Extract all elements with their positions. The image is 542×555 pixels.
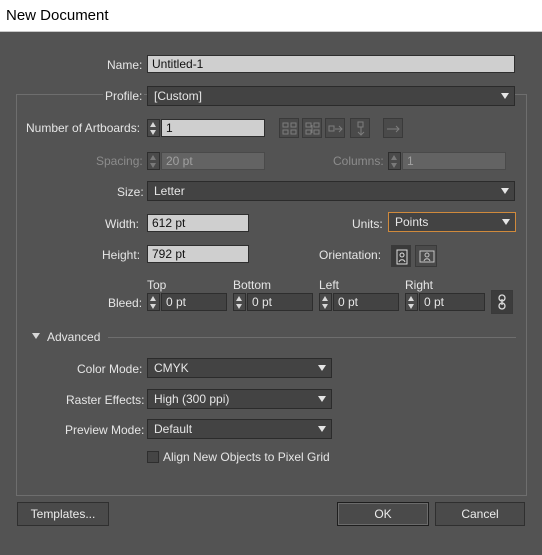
preview-mode-select[interactable]: Default bbox=[147, 419, 332, 439]
chevron-down-icon bbox=[501, 93, 509, 99]
spacing-input: 20 pt bbox=[161, 152, 265, 170]
size-value: Letter bbox=[154, 184, 185, 198]
color-mode-value: CMYK bbox=[154, 361, 189, 375]
landscape-orientation-button[interactable] bbox=[415, 245, 437, 267]
raster-effects-value: High (300 ppi) bbox=[154, 392, 230, 406]
window-title: New Document bbox=[6, 7, 109, 24]
bleed-left-label: Left bbox=[319, 278, 340, 292]
size-label: Size: bbox=[117, 185, 144, 199]
bleed-top-input[interactable]: 0 pt bbox=[161, 293, 227, 311]
name-input[interactable]: Untitled-1 bbox=[147, 55, 515, 73]
chain-link-icon bbox=[498, 294, 506, 310]
templates-button[interactable]: Templates... bbox=[17, 502, 109, 526]
orientation-label: Orientation: bbox=[319, 248, 382, 262]
width-label: Width: bbox=[105, 217, 140, 231]
artboards-stepper[interactable] bbox=[147, 119, 160, 137]
collapse-triangle-icon[interactable] bbox=[32, 333, 40, 339]
size-select[interactable]: Letter bbox=[147, 181, 515, 201]
bleed-bottom-label: Bottom bbox=[233, 278, 272, 292]
bleed-top-label: Top bbox=[147, 278, 167, 292]
advanced-label[interactable]: Advanced bbox=[47, 330, 100, 344]
cancel-button[interactable]: Cancel bbox=[435, 502, 525, 526]
bleed-right-input[interactable]: 0 pt bbox=[419, 293, 485, 311]
color-mode-label: Color Mode: bbox=[77, 362, 143, 376]
pixel-grid-label[interactable]: Align New Objects to Pixel Grid bbox=[163, 450, 330, 464]
spacing-label: Spacing: bbox=[96, 154, 143, 168]
units-select[interactable]: Points bbox=[388, 212, 516, 232]
arrange-by-column-icon bbox=[350, 118, 370, 138]
height-label: Height: bbox=[102, 248, 141, 262]
columns-stepper bbox=[388, 152, 401, 170]
bleed-bottom-input[interactable]: 0 pt bbox=[247, 293, 313, 311]
artboards-input[interactable]: 1 bbox=[161, 119, 265, 137]
units-label: Units: bbox=[352, 217, 383, 231]
pixel-grid-checkbox[interactable] bbox=[147, 451, 159, 463]
bleed-left-stepper[interactable] bbox=[319, 293, 332, 311]
bleed-label: Bleed: bbox=[108, 296, 143, 310]
bleed-bottom-stepper[interactable] bbox=[233, 293, 246, 311]
height-input[interactable]: 792 pt bbox=[147, 245, 249, 263]
landscape-icon bbox=[419, 250, 435, 263]
columns-input: 1 bbox=[402, 152, 506, 170]
units-value: Points bbox=[395, 215, 429, 229]
ok-button[interactable]: OK bbox=[337, 502, 429, 526]
chevron-down-icon bbox=[318, 426, 326, 432]
grid-by-row-icon bbox=[279, 118, 299, 138]
preview-mode-label: Preview Mode: bbox=[65, 423, 145, 437]
right-to-left-layout-icon bbox=[383, 118, 403, 138]
bleed-left-input[interactable]: 0 pt bbox=[333, 293, 399, 311]
artboards-label: Number of Artboards: bbox=[26, 121, 141, 135]
chevron-down-icon bbox=[318, 396, 326, 402]
spacing-stepper bbox=[147, 152, 160, 170]
portrait-icon bbox=[396, 249, 408, 265]
columns-label: Columns: bbox=[333, 154, 384, 168]
advanced-divider bbox=[108, 337, 516, 338]
raster-effects-select[interactable]: High (300 ppi) bbox=[147, 389, 332, 409]
raster-effects-label: Raster Effects: bbox=[66, 393, 145, 407]
profile-label: Profile: bbox=[103, 89, 145, 103]
chevron-down-icon bbox=[502, 219, 510, 225]
bleed-right-label: Right bbox=[405, 278, 434, 292]
bleed-top-stepper[interactable] bbox=[147, 293, 160, 311]
link-bleed-button[interactable] bbox=[491, 290, 513, 314]
grid-by-column-icon bbox=[302, 118, 322, 138]
arrange-by-row-icon bbox=[325, 118, 345, 138]
chevron-down-icon bbox=[318, 365, 326, 371]
portrait-orientation-button[interactable] bbox=[391, 245, 411, 267]
profile-value: [Custom] bbox=[154, 89, 203, 103]
color-mode-select[interactable]: CMYK bbox=[147, 358, 332, 378]
profile-select[interactable]: [Custom] bbox=[147, 86, 515, 106]
preview-mode-value: Default bbox=[154, 422, 193, 436]
title-bar: New Document bbox=[0, 0, 542, 32]
name-label: Name: bbox=[107, 58, 143, 72]
new-document-dialog: Name: Untitled-1 Profile: [Custom] Numbe… bbox=[0, 32, 542, 555]
bleed-right-stepper[interactable] bbox=[405, 293, 418, 311]
width-input[interactable]: 612 pt bbox=[147, 214, 249, 232]
chevron-down-icon bbox=[501, 188, 509, 194]
